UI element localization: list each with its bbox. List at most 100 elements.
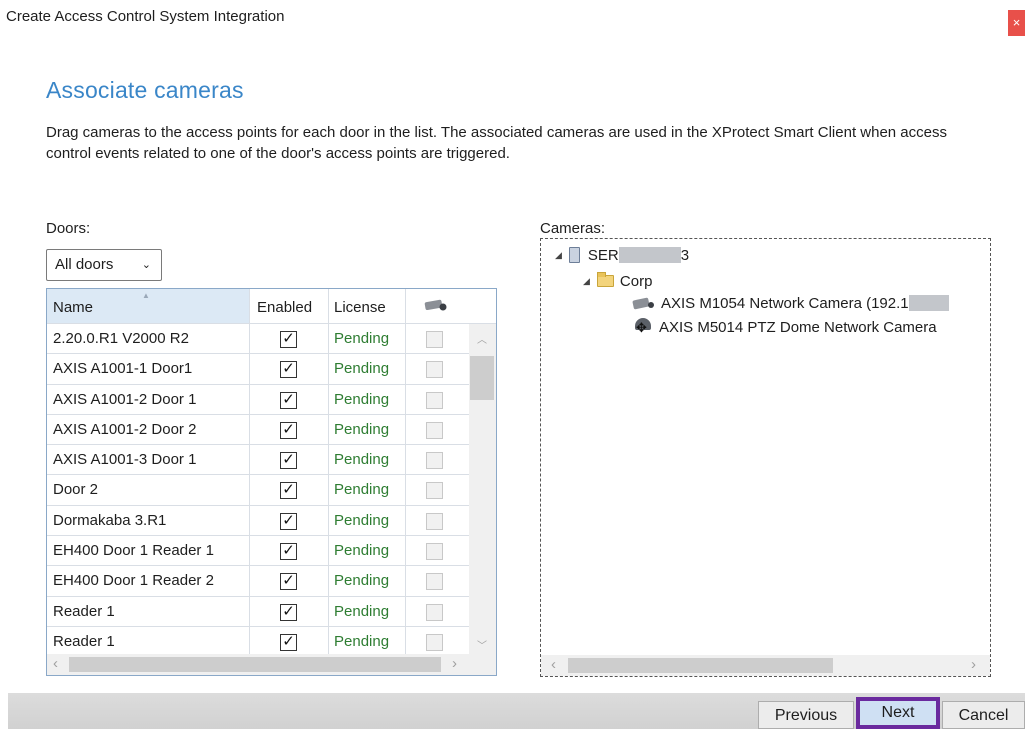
previous-button[interactable]: Previous bbox=[758, 701, 854, 729]
enabled-checkbox[interactable]: ✓ bbox=[280, 543, 297, 561]
column-header-license[interactable]: License bbox=[329, 289, 406, 323]
next-button[interactable]: Next bbox=[856, 697, 940, 729]
enabled-checkbox[interactable]: ✓ bbox=[280, 331, 297, 348]
license-cell: Pending bbox=[329, 445, 406, 475]
enabled-checkbox[interactable]: ✓ bbox=[280, 603, 297, 621]
scroll-up-icon[interactable]: ︿ bbox=[477, 331, 487, 346]
column-header-name[interactable]: ▲ Name bbox=[47, 289, 250, 323]
camera-checkbox[interactable] bbox=[426, 543, 443, 561]
server-icon bbox=[568, 247, 580, 263]
cameras-horizontal-scrollbar[interactable]: ‹ › bbox=[541, 655, 990, 676]
table-row[interactable]: 2.20.0.R1 V2000 R2 ✓ Pending bbox=[47, 324, 469, 355]
camera-checkbox[interactable] bbox=[426, 331, 443, 348]
enabled-cell: ✓ bbox=[250, 324, 329, 354]
camera-checkbox[interactable] bbox=[426, 603, 443, 621]
camera-checkbox[interactable] bbox=[426, 573, 443, 591]
tree-node-camera[interactable]: AXIS M1054 Network Camera (192.1 bbox=[633, 293, 949, 313]
enabled-cell: ✓ bbox=[250, 475, 329, 505]
tree-node-camera[interactable]: AXIS M5014 PTZ Dome Network Camera bbox=[633, 317, 937, 337]
camera-cell bbox=[406, 506, 469, 535]
column-header-enabled[interactable]: Enabled bbox=[250, 289, 329, 323]
tree-node-folder[interactable]: ◢ Corp bbox=[583, 271, 652, 291]
enabled-checkbox[interactable]: ✓ bbox=[280, 361, 297, 379]
doors-table: ▲ Name Enabled License 2.20.0.R1 V2000 R… bbox=[46, 288, 497, 676]
column-header-camera[interactable] bbox=[406, 289, 469, 323]
enabled-cell: ✓ bbox=[250, 445, 329, 475]
table-row[interactable]: EH400 Door 1 Reader 2 ✓ Pending bbox=[47, 566, 469, 597]
scroll-thumb[interactable] bbox=[470, 356, 494, 400]
scroll-left-icon[interactable]: ‹ bbox=[551, 656, 556, 673]
camera-checkbox[interactable] bbox=[426, 482, 443, 500]
folder-icon bbox=[596, 272, 614, 287]
cameras-tree: ◢ SER 3 ◢ Corp AXIS M1054 Network Camera … bbox=[540, 238, 991, 677]
cancel-button[interactable]: Cancel bbox=[942, 701, 1025, 729]
door-name-cell: Reader 1 bbox=[47, 596, 250, 626]
chevron-down-icon: ⌄ bbox=[141, 259, 151, 271]
camera-checkbox[interactable] bbox=[426, 452, 443, 470]
table-row[interactable]: AXIS A1001-3 Door 1 ✓ Pending bbox=[47, 445, 469, 476]
scroll-down-icon[interactable]: ﹀ bbox=[477, 637, 487, 652]
scroll-thumb[interactable] bbox=[568, 658, 833, 673]
license-cell: Pending bbox=[329, 384, 406, 414]
page-heading: Associate cameras bbox=[46, 77, 244, 103]
doors-vertical-scrollbar[interactable]: ︿ ﹀ bbox=[469, 324, 496, 654]
doors-table-rows: 2.20.0.R1 V2000 R2 ✓ Pending AXIS A1001-1 D… bbox=[47, 324, 469, 658]
door-name-cell: AXIS A1001-1 Door1 bbox=[47, 354, 250, 384]
column-header-name-label: Name bbox=[53, 299, 94, 316]
table-row[interactable]: EH400 Door 1 Reader 1 ✓ Pending bbox=[47, 536, 469, 567]
collapse-triangle-icon[interactable]: ◢ bbox=[555, 250, 562, 261]
enabled-checkbox[interactable]: ✓ bbox=[280, 421, 297, 439]
license-cell: Pending bbox=[329, 475, 406, 505]
redacted-text bbox=[618, 247, 681, 263]
license-cell: Pending bbox=[329, 324, 406, 354]
license-cell: Pending bbox=[329, 566, 406, 596]
scroll-thumb[interactable] bbox=[69, 657, 441, 672]
enabled-cell: ✓ bbox=[250, 626, 329, 657]
license-cell: Pending bbox=[329, 536, 406, 566]
tree-node-server[interactable]: ◢ SER 3 bbox=[555, 245, 689, 265]
camera-checkbox[interactable] bbox=[426, 512, 443, 530]
scroll-left-icon[interactable]: ‹ bbox=[53, 655, 58, 672]
table-row[interactable]: Reader 1 ✓ Pending bbox=[47, 626, 469, 658]
camera-cell bbox=[406, 324, 469, 353]
table-row[interactable]: AXIS A1001-1 Door1 ✓ Pending bbox=[47, 354, 469, 385]
sort-ascending-icon: ▲ bbox=[142, 291, 150, 300]
folder-name: Corp bbox=[619, 272, 653, 290]
collapse-triangle-icon[interactable]: ◢ bbox=[583, 276, 590, 287]
enabled-checkbox[interactable]: ✓ bbox=[280, 482, 297, 500]
table-row[interactable]: Door 2 ✓ Pending bbox=[47, 475, 469, 506]
close-button[interactable]: × bbox=[1008, 10, 1025, 36]
enabled-checkbox[interactable]: ✓ bbox=[280, 452, 297, 470]
camera-checkbox[interactable] bbox=[426, 391, 443, 409]
enabled-cell: ✓ bbox=[250, 384, 329, 414]
door-filter-value: All doors bbox=[55, 256, 114, 273]
doors-horizontal-scrollbar[interactable]: ‹ › bbox=[47, 654, 496, 675]
scroll-right-icon[interactable]: › bbox=[452, 655, 457, 672]
camera-checkbox[interactable] bbox=[426, 421, 443, 439]
license-cell: Pending bbox=[329, 626, 406, 657]
ptz-camera-icon bbox=[633, 318, 653, 336]
camera-cell bbox=[406, 536, 469, 565]
camera-checkbox[interactable] bbox=[426, 633, 443, 651]
enabled-checkbox[interactable]: ✓ bbox=[280, 512, 297, 530]
enabled-checkbox[interactable]: ✓ bbox=[280, 573, 297, 591]
door-name-cell: AXIS A1001-3 Door 1 bbox=[47, 445, 250, 475]
table-row[interactable]: AXIS A1001-2 Door 1 ✓ Pending bbox=[47, 384, 469, 415]
table-row[interactable]: Dormakaba 3.R1 ✓ Pending bbox=[47, 505, 469, 537]
enabled-checkbox[interactable]: ✓ bbox=[280, 391, 297, 409]
enabled-cell: ✓ bbox=[250, 354, 329, 384]
table-row[interactable]: AXIS A1001-2 Door 2 ✓ Pending bbox=[47, 414, 469, 446]
server-name: SER bbox=[587, 246, 619, 264]
scroll-right-icon[interactable]: › bbox=[971, 656, 976, 673]
license-cell: Pending bbox=[329, 596, 406, 626]
camera-name: AXIS M5014 PTZ Dome Network Camera bbox=[659, 318, 937, 336]
door-filter-dropdown[interactable]: All doors ⌄ bbox=[46, 249, 162, 281]
enabled-cell: ✓ bbox=[250, 414, 329, 445]
table-row[interactable]: Reader 1 ✓ Pending bbox=[47, 596, 469, 627]
camera-checkbox[interactable] bbox=[426, 361, 443, 379]
enabled-cell: ✓ bbox=[250, 536, 329, 566]
door-name-cell: EH400 Door 1 Reader 2 bbox=[47, 566, 250, 596]
redacted-text bbox=[908, 295, 949, 311]
enabled-cell: ✓ bbox=[250, 596, 329, 626]
enabled-checkbox[interactable]: ✓ bbox=[280, 633, 297, 651]
